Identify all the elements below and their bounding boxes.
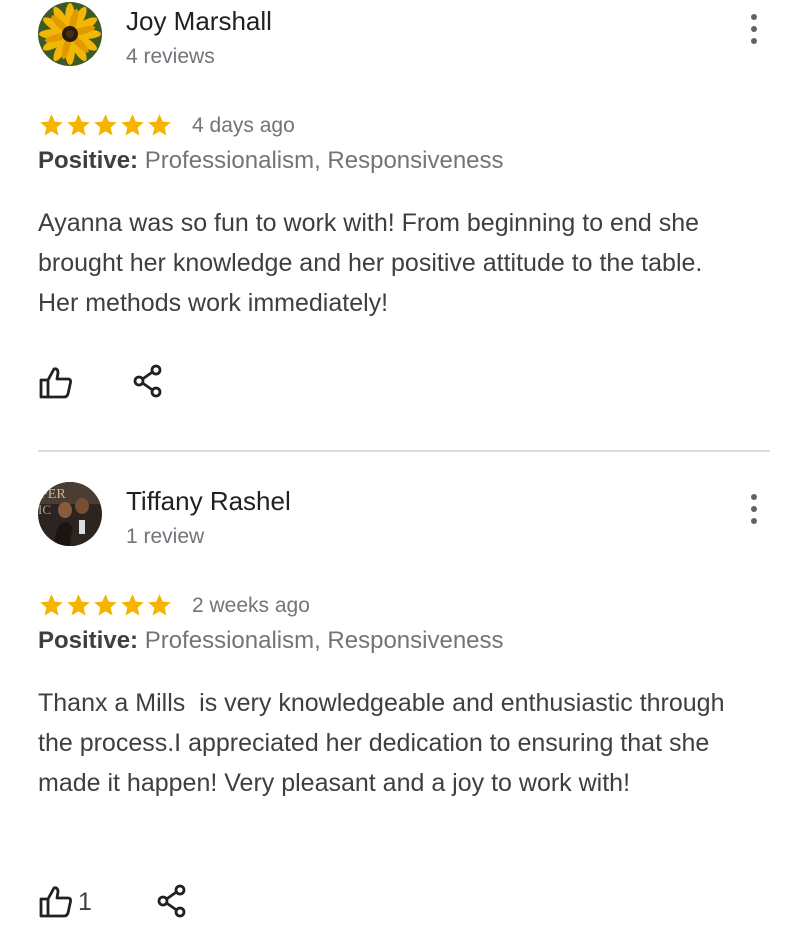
svg-text:PER: PER (40, 487, 66, 502)
review-divider (38, 450, 770, 452)
review-date: 2 weeks ago (192, 594, 310, 617)
photo-avatar-icon: PER IC (38, 482, 102, 546)
thumbs-up-icon (39, 886, 72, 918)
reviewer-avatar[interactable]: PER IC (38, 482, 102, 546)
thumbs-up-icon (39, 367, 72, 399)
star-icon (67, 114, 90, 136)
review-date: 4 days ago (192, 114, 295, 137)
more-options-button[interactable] (742, 492, 766, 526)
more-options-button[interactable] (742, 12, 766, 46)
positive-values: Professionalism, Responsiveness (144, 147, 504, 174)
sunflower-avatar-icon (38, 2, 102, 66)
star-icon (121, 594, 144, 616)
svg-text:IC: IC (38, 502, 51, 517)
like-button[interactable] (38, 366, 78, 400)
positive-values: Professionalism, Responsiveness (144, 627, 504, 654)
positive-label: Positive: (38, 627, 139, 654)
star-rating (38, 592, 173, 619)
reviewer-name[interactable]: Joy Marshall (126, 6, 272, 37)
review-text: Thanx a Mills is very knowledgeable and … (38, 689, 732, 797)
star-icon (67, 594, 90, 616)
reviewer-name[interactable]: Tiffany Rashel (126, 486, 291, 517)
more-vert-icon (751, 14, 757, 20)
positive-label: Positive: (38, 147, 139, 174)
share-icon (133, 364, 162, 398)
star-icon (148, 594, 171, 616)
star-icon (40, 594, 63, 616)
star-icon (94, 114, 117, 136)
star-rating (38, 112, 173, 139)
share-button[interactable] (132, 364, 164, 403)
positive-attributes: Positive: Professionalism, Responsivenes… (38, 627, 504, 655)
review-text: Ayanna was so fun to work with! From beg… (38, 209, 703, 317)
share-icon (157, 884, 186, 918)
more-vert-icon (751, 494, 757, 500)
reviewer-review-count[interactable]: 1 review (126, 525, 204, 549)
like-count: 1 (78, 887, 92, 916)
positive-attributes: Positive: Professionalism, Responsivenes… (38, 147, 504, 175)
reviewer-review-count[interactable]: 4 reviews (126, 45, 215, 69)
star-icon (40, 114, 63, 136)
review-card: Joy Marshall 4 reviews 4 days ago Positi… (0, 0, 809, 450)
star-icon (94, 594, 117, 616)
share-button[interactable] (156, 884, 188, 923)
star-icon (148, 114, 171, 136)
star-icon (121, 114, 144, 136)
like-button[interactable]: 1 (38, 885, 92, 919)
reviewer-avatar[interactable] (38, 2, 102, 66)
review-card: PER IC Tiffany Rashel 1 review 2 weeks a… (0, 480, 809, 951)
